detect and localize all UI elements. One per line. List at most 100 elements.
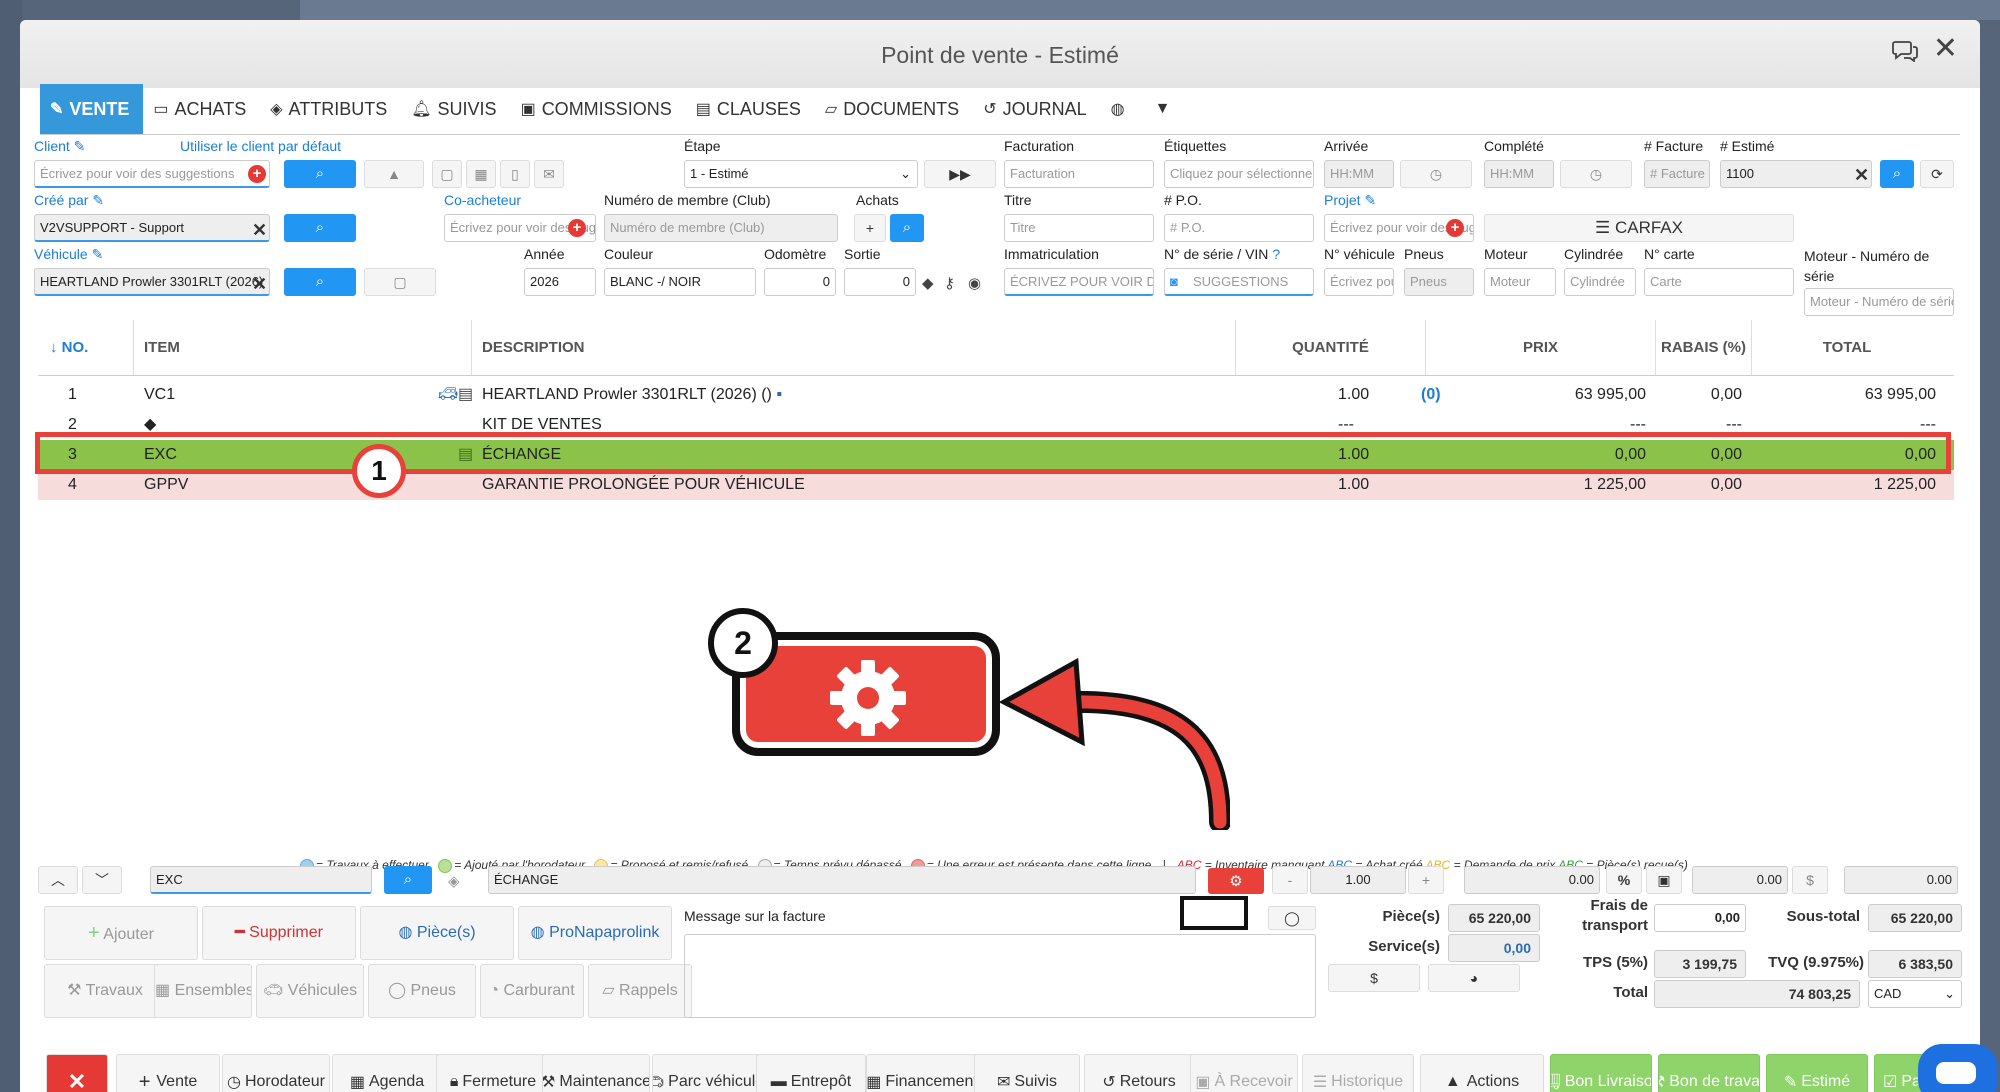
edit-description-input[interactable]: ÉCHANGE: [488, 866, 1196, 894]
message-textarea[interactable]: [684, 934, 1316, 1018]
tab-vente[interactable]: ✎ VENTE: [40, 84, 144, 134]
etiquettes-select[interactable]: Cliquez pour sélectionner: [1164, 160, 1314, 188]
pdf-icon[interactable]: ▤: [458, 380, 473, 410]
tab-attributs[interactable]: ◈ ATTRIBUTS: [260, 84, 401, 134]
fast-forward-button[interactable]: ▶▶: [924, 160, 996, 188]
vente-button[interactable]: + Vente: [116, 1054, 220, 1092]
moteur-input[interactable]: Moteur: [1484, 268, 1556, 296]
chevron-up-icon[interactable]: ︿: [38, 866, 78, 894]
add-projet-icon[interactable]: +: [1446, 219, 1464, 237]
maintenance-button[interactable]: ⚒ Maintenance: [542, 1054, 650, 1092]
client-input[interactable]: Écrivez pour voir des suggestions: [34, 160, 270, 188]
client-label[interactable]: Client ✎: [34, 138, 85, 155]
bon-livraison-button[interactable]: 🚚︎Bon Livraison: [1550, 1054, 1652, 1092]
qty-minus-button[interactable]: -: [1272, 866, 1308, 894]
cree-label[interactable]: Créé par ✎: [34, 192, 104, 209]
col-prix[interactable]: PRIX: [1426, 320, 1656, 375]
achats-search-button[interactable]: ⌕: [890, 214, 924, 242]
col-description[interactable]: DESCRIPTION: [472, 320, 1236, 375]
carfax-button[interactable]: ☰ CARFAX: [1484, 214, 1794, 242]
money-icon[interactable]: ▣: [1646, 866, 1682, 894]
odometre-input[interactable]: 0: [764, 268, 836, 296]
line-total-input[interactable]: 0.00: [1844, 866, 1958, 894]
coacheteur-label[interactable]: Co-acheteur: [444, 192, 521, 208]
supprimer-button[interactable]: ━ Supprimer: [202, 906, 356, 960]
car-icon[interactable]: 🚙︎: [438, 380, 458, 410]
envelope-icon[interactable]: ✉: [534, 160, 564, 188]
table-row[interactable]: 4 GPPV GARANTIE PROLONGÉE POUR VÉHICULE …: [38, 470, 1954, 500]
gear-button[interactable]: ⚙: [1208, 868, 1264, 894]
vehicule-input[interactable]: HEARTLAND Prowler 3301RLT (2026): [34, 268, 270, 296]
couleur-input[interactable]: BLANC -/ NOIR: [604, 268, 756, 296]
cyl-input[interactable]: Cylindrée: [1564, 268, 1636, 296]
moteur-serie-input[interactable]: Moteur - Numéro de série: [1804, 288, 1954, 316]
complete-input[interactable]: HH:MM: [1484, 160, 1554, 188]
cree-search-button[interactable]: ⌕: [284, 214, 356, 242]
dollar-icon[interactable]: $: [1328, 964, 1420, 992]
eye-icon[interactable]: ◉: [968, 274, 981, 292]
refresh-icon[interactable]: ⟳: [1920, 160, 1954, 188]
note-icon[interactable]: ▢: [364, 268, 436, 296]
qty-input[interactable]: 1.00: [1310, 866, 1406, 894]
vehicule-search-button[interactable]: ⌕: [284, 268, 356, 296]
retours-button[interactable]: ↺ Retours: [1084, 1054, 1194, 1092]
projet-label[interactable]: Projet ✎: [1324, 192, 1376, 209]
rappels-button[interactable]: ▱ Rappels: [588, 964, 692, 1018]
client-default-link[interactable]: Utiliser le client par défaut: [180, 138, 341, 154]
ajouter-button[interactable]: + Ajouter: [44, 906, 198, 960]
membre-input[interactable]: Numéro de membre (Club): [604, 214, 838, 242]
percent-button[interactable]: %: [1606, 866, 1642, 894]
pronapa-button[interactable]: ◍ ProNapaprolink: [518, 906, 672, 960]
arrivee-input[interactable]: HH:MM: [1324, 160, 1394, 188]
po-input[interactable]: # P.O.: [1164, 214, 1314, 242]
titre-input[interactable]: Titre: [1004, 214, 1154, 242]
tab-clauses[interactable]: ▤ CLAUSES: [686, 84, 815, 134]
nveh-input[interactable]: Écrivez pour voir des suggestions: [1324, 268, 1394, 296]
vehicules-button[interactable]: 🚗︎ Véhicules: [256, 964, 364, 1018]
calendar-icon[interactable]: ▦: [466, 160, 496, 188]
pneus-input[interactable]: Pneus: [1404, 268, 1474, 296]
bon-travail-button[interactable]: ⚒Bon de travail: [1658, 1054, 1760, 1092]
vehicule-label[interactable]: Véhicule ✎: [34, 246, 103, 263]
chevron-down-icon[interactable]: ﹀: [82, 866, 122, 894]
clear-icon[interactable]: ✕: [252, 221, 267, 239]
tab-commissions[interactable]: ▣ COMMISSIONS: [511, 84, 686, 134]
historique-button[interactable]: ☰ Historique: [1302, 1054, 1414, 1092]
parc-vehicules-button[interactable]: 🚗︎Parc véhicules: [652, 1054, 764, 1092]
chat-icon[interactable]: [1892, 40, 1918, 62]
serie-input[interactable]: SUGGESTIONS: [1164, 268, 1314, 296]
tab-graduation[interactable]: ▼: [1145, 84, 1191, 134]
pie-chart-icon[interactable]: ◕: [1428, 964, 1520, 992]
col-rabais[interactable]: RABAIS (%): [1656, 320, 1752, 375]
etape-select[interactable]: 1 - Estimé ⌄: [684, 160, 918, 188]
tab-achats[interactable]: ▭ ACHATS: [143, 84, 260, 134]
tag-icon[interactable]: ◆: [922, 274, 934, 292]
immat-input[interactable]: ÉCRIVEZ POUR VOIR DES SUGGESTIONS: [1004, 268, 1154, 296]
col-no[interactable]: ↓ NO.: [38, 320, 134, 375]
facturation-input[interactable]: Facturation: [1004, 160, 1154, 188]
annee-input[interactable]: 2026: [524, 268, 596, 296]
a-recevoir-button[interactable]: ▣ À Recevoir: [1190, 1054, 1298, 1092]
tab-globe[interactable]: ◍: [1101, 84, 1145, 134]
carte-input[interactable]: Carte: [1644, 268, 1794, 296]
clear-icon[interactable]: ✕: [1854, 166, 1869, 184]
travaux-button[interactable]: ⚒ Travaux: [44, 964, 166, 1018]
edit-search-button[interactable]: ⌕: [384, 866, 432, 894]
add-client-icon[interactable]: +: [248, 165, 266, 183]
plus-icon[interactable]: +: [854, 214, 886, 242]
note-icon[interactable]: ▢: [432, 160, 462, 188]
dollar-button[interactable]: $: [1792, 866, 1828, 894]
tab-documents[interactable]: ▱ DOCUMENTS: [815, 84, 973, 134]
estime-search-button[interactable]: ⌕: [1880, 160, 1914, 188]
estime-input[interactable]: 1100: [1720, 160, 1872, 188]
key-icon[interactable]: ⚷: [944, 274, 955, 292]
entrepot-button[interactable]: ▬ Entrepôt: [756, 1054, 866, 1092]
pneus-button[interactable]: ◯ Pneus: [368, 964, 476, 1018]
pieces-button[interactable]: ◍ Pièce(s): [360, 906, 514, 960]
tab-suivis[interactable]: 🔔︎ SUIVIS: [401, 84, 510, 134]
comment-icon[interactable]: ◯: [1268, 906, 1316, 930]
clock-icon[interactable]: ◷: [1400, 160, 1472, 188]
fermeture-button[interactable]: 🔒︎ Fermeture: [436, 1054, 550, 1092]
financement-button[interactable]: ▦ Financement: [866, 1054, 978, 1092]
qty-plus-button[interactable]: +: [1408, 866, 1444, 894]
